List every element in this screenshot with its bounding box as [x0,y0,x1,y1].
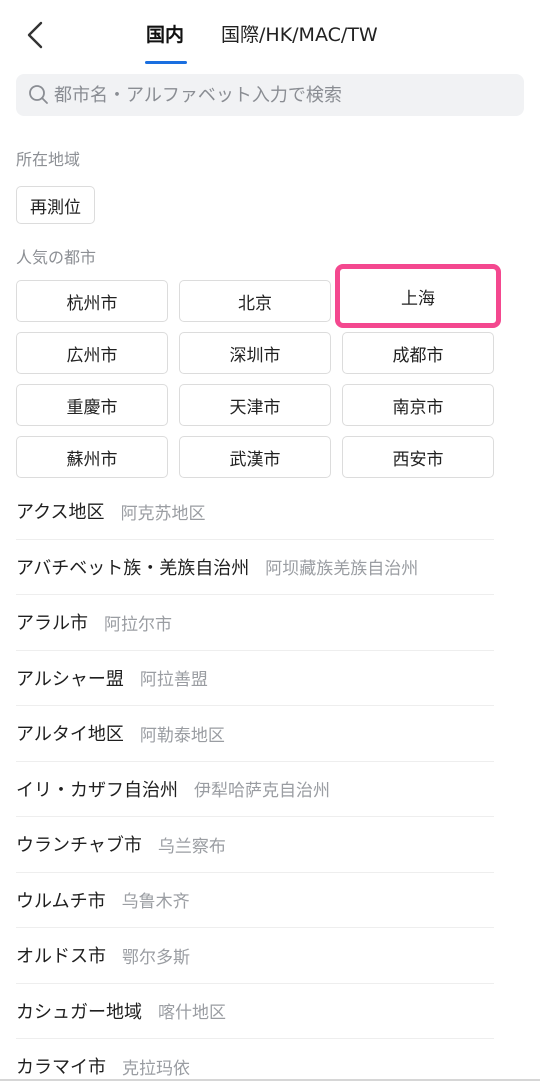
tab-international[interactable]: 国際/HK/MAC/TW [221,22,378,48]
city-button-shanghai[interactable]: 上海 [335,264,501,328]
city-button-beijing[interactable]: 北京 [179,280,331,322]
relocate-button[interactable]: 再測位 [16,186,95,224]
popular-cities-title: 人気の都市 [16,248,97,267]
list-item[interactable]: アクス地区 阿克苏地区 [16,484,494,540]
list-item[interactable]: アルタイ地区 阿勒泰地区 [16,706,494,762]
city-button-tianjin[interactable]: 天津市 [179,384,331,426]
city-button-suzhou[interactable]: 蘇州市 [16,436,168,478]
city-button-xian[interactable]: 西安市 [342,436,494,478]
city-name-cn: 阿坝藏族羌族自治州 [265,559,419,580]
city-name-jp: アバチベット族・羌族自治州 [16,557,250,579]
popular-cities-grid: 杭州市 北京 上海 広州市 深圳市 成都市 重慶市 天津市 南京市 蘇州市 武漢… [16,264,501,478]
city-name-jp: ウルムチ市 [16,890,106,912]
list-item[interactable]: オルドス市 鄂尔多斯 [16,928,494,984]
city-name-cn: 阿拉善盟 [139,670,208,691]
search-bar[interactable] [16,74,524,116]
city-name-cn: 阿克苏地区 [120,503,206,524]
city-button-hangzhou[interactable]: 杭州市 [16,280,168,322]
city-button-shenzhen[interactable]: 深圳市 [179,332,331,374]
list-item[interactable]: アルシャー盟 阿拉善盟 [16,651,494,706]
city-name-cn: 伊犁哈萨克自治州 [194,781,330,802]
city-name-cn: 乌兰察布 [157,836,226,857]
city-name-jp: アラル市 [16,613,88,635]
city-name-jp: イリ・カザフ自治州 [16,779,178,801]
list-item[interactable]: カシュガー地域 喀什地区 [16,984,494,1039]
city-name-jp: アクス地区 [16,502,105,524]
location-section-title: 所在地域 [16,150,81,169]
city-name-cn: 乌鲁木齐 [121,892,190,913]
city-name-cn: 鄂尔多斯 [122,947,190,968]
search-input[interactable] [54,84,494,106]
city-name-jp: カシュガー地域 [16,1001,142,1023]
city-button-guangzhou[interactable]: 広州市 [16,332,168,374]
active-tab-indicator [145,61,187,64]
list-item[interactable]: ウランチャブ市 乌兰察布 [16,817,494,873]
city-button-chengdu[interactable]: 成都市 [342,332,494,374]
list-item[interactable]: アラル市 阿拉尔市 [16,595,494,651]
city-button-wuhan[interactable]: 武漢市 [179,436,331,478]
back-button[interactable] [18,18,52,52]
city-button-nanjing[interactable]: 南京市 [342,384,494,426]
city-name-jp: ウランチャブ市 [16,835,142,857]
city-name-jp: アルシャー盟 [16,668,124,690]
city-name-cn: 阿拉尔市 [104,614,172,635]
list-item[interactable]: アバチベット族・羌族自治州 阿坝藏族羌族自治州 [16,540,494,595]
list-item[interactable]: イリ・カザフ自治州 伊犁哈萨克自治州 [16,762,494,817]
list-item[interactable]: ウルムチ市 乌鲁木齐 [16,873,494,928]
city-name-cn: 克拉玛依 [122,1058,190,1079]
tab-domestic[interactable]: 国内 [146,22,184,48]
city-name-cn: 喀什地区 [158,1003,226,1024]
city-list: アクス地区 阿克苏地区 アバチベット族・羌族自治州 阿坝藏族羌族自治州 アラル市… [16,484,494,1081]
city-name-jp: オルドス市 [16,946,106,968]
list-item[interactable]: カラマイ市 克拉玛依 [16,1039,494,1081]
top-bar: 国内 国際/HK/MAC/TW [0,0,540,70]
city-name-jp: アルタイ地区 [16,724,124,746]
city-button-chongqing[interactable]: 重慶市 [16,384,168,426]
chevron-left-icon [27,21,43,49]
search-icon [28,84,50,106]
city-name-cn: 阿勒泰地区 [139,725,225,746]
city-name-jp: カラマイ市 [16,1057,106,1079]
